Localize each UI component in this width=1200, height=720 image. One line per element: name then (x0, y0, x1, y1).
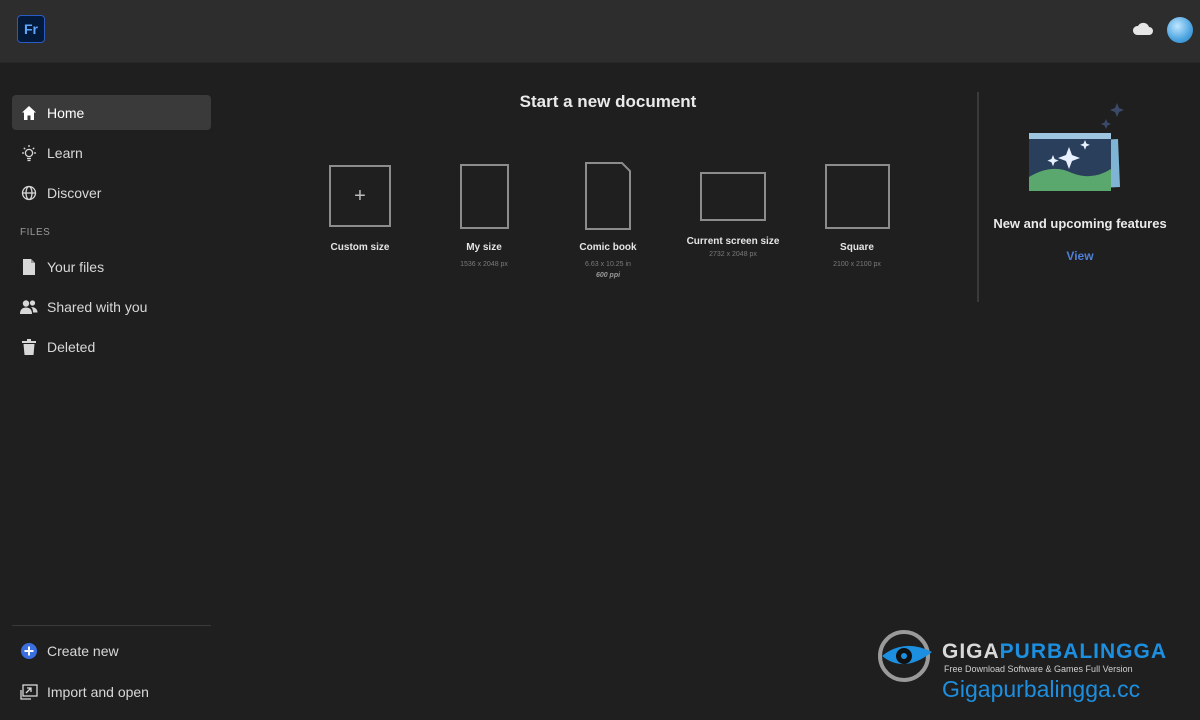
new-features-illustration-icon (1029, 103, 1124, 191)
my-size-thumbnail (459, 163, 509, 229)
sidebar-item-label: Your files (47, 258, 105, 275)
sidebar-divider (12, 625, 211, 626)
sidebar-item-label: Home (47, 104, 85, 121)
watermark-brand-part2: PURBALINGGA (999, 640, 1168, 663)
preset-name: Current screen size (686, 236, 780, 247)
watermark-brand: GIGAPURBALINGGA (942, 640, 1167, 664)
custom-size-thumbnail: + (329, 165, 391, 227)
sidebar: Home Learn Discover FILES Your files Sha… (0, 63, 222, 720)
app-logo[interactable]: Fr (17, 15, 45, 43)
sidebar-item-learn[interactable]: Learn (12, 135, 211, 170)
preset-dimensions-size: 6.63 x 10.25 in (585, 261, 631, 268)
sidebar-item-home[interactable]: Home (12, 95, 211, 130)
preset-name: Custom size (330, 242, 390, 253)
import-and-open-label: Import and open (47, 683, 149, 700)
sidebar-item-label: Discover (47, 184, 102, 201)
watermark: GIGAPURBALINGGA Free Download Software &… (876, 628, 1186, 718)
preset-name: Comic book (579, 242, 637, 253)
watermark-eye-icon (878, 630, 932, 682)
preset-comic-book[interactable]: Comic book 6.63 x 10.25 in 600 ppi (553, 160, 663, 281)
preset-dimensions: 6.63 x 10.25 in 600 ppi (553, 259, 663, 281)
home-icon (20, 104, 38, 122)
people-icon (20, 298, 38, 316)
sidebar-item-your-files[interactable]: Your files (12, 249, 211, 284)
sidebar-item-discover[interactable]: Discover (12, 175, 211, 210)
features-view-link[interactable]: View (1050, 249, 1110, 263)
create-new-label: Create new (47, 642, 119, 659)
globe-icon (20, 184, 38, 202)
trash-icon (20, 338, 38, 356)
preset-dimensions: 2100 x 2100 px (833, 261, 881, 268)
preset-dimensions: 2732 x 2048 px (709, 251, 757, 258)
preset-name: Square (840, 242, 874, 253)
sidebar-item-label: Shared with you (47, 298, 148, 315)
comic-book-thumbnail (585, 162, 631, 230)
sidebar-item-label: Learn (47, 144, 83, 161)
avatar[interactable] (1167, 17, 1193, 43)
preset-my-size[interactable]: My size 1536 x 2048 px (429, 160, 539, 270)
current-screen-size-thumbnail (700, 171, 766, 221)
lightbulb-icon (20, 144, 38, 162)
import-and-open-button[interactable]: Import and open (12, 674, 211, 709)
preset-resolution: 600 ppi (595, 272, 621, 279)
watermark-url: Gigapurbalingga.cc (942, 676, 1141, 702)
features-divider (977, 92, 979, 302)
files-section-label: FILES (20, 227, 51, 238)
plus-icon: + (354, 184, 366, 207)
watermark-brand-part1: GIGA (942, 640, 1000, 663)
sidebar-item-deleted[interactable]: Deleted (12, 329, 211, 364)
preset-square[interactable]: Square 2100 x 2100 px (802, 160, 912, 270)
sidebar-item-label: Deleted (47, 338, 96, 355)
page-title: Start a new document (519, 92, 697, 111)
watermark-subtitle: Free Download Software & Games Full Vers… (944, 664, 1133, 674)
plus-circle-icon (20, 642, 38, 660)
preset-dimensions: 1536 x 2048 px (460, 261, 508, 268)
preset-custom-size[interactable]: + Custom size (305, 160, 415, 253)
document-icon (20, 258, 38, 276)
preset-name: My size (466, 242, 502, 253)
import-icon (20, 683, 38, 701)
preset-current-screen-size[interactable]: Current screen size 2732 x 2048 px (678, 160, 788, 260)
square-thumbnail (824, 163, 890, 229)
top-bar: Fr (0, 0, 1200, 63)
create-new-button[interactable]: Create new (12, 633, 211, 668)
cloud-icon[interactable] (1131, 20, 1155, 38)
features-title: New and upcoming features (993, 216, 1167, 231)
sidebar-item-shared[interactable]: Shared with you (12, 289, 211, 324)
